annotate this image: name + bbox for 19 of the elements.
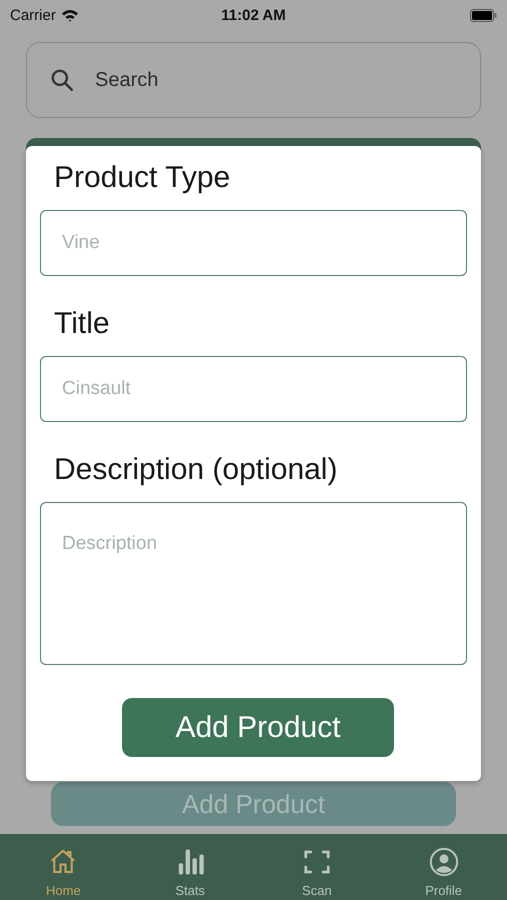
tab-item[interactable]: Profile [380,834,507,900]
field-label: Product Type [54,160,232,196]
battery-icon [470,8,497,22]
search-placeholder: Search [95,68,158,92]
tab-item[interactable]: Scan [254,834,380,900]
wifi-icon [60,8,79,22]
input-field[interactable]: Cinsault [40,356,467,422]
input-field[interactable]: Vine [40,210,467,276]
tab-item[interactable]: Home [0,834,127,900]
tab-item[interactable]: Stats [126,834,254,900]
field-label: Title [54,306,111,342]
add-product-button[interactable]: Add Product [122,698,394,757]
search-icon [49,67,75,93]
search-field[interactable]: Search [26,42,481,118]
profile-icon [428,847,459,877]
description-field[interactable]: Description [40,502,467,665]
carrier-label: Carrier [10,6,79,24]
field-label: Description (optional) [54,452,338,488]
status-time: 11:02 AM [221,6,286,24]
